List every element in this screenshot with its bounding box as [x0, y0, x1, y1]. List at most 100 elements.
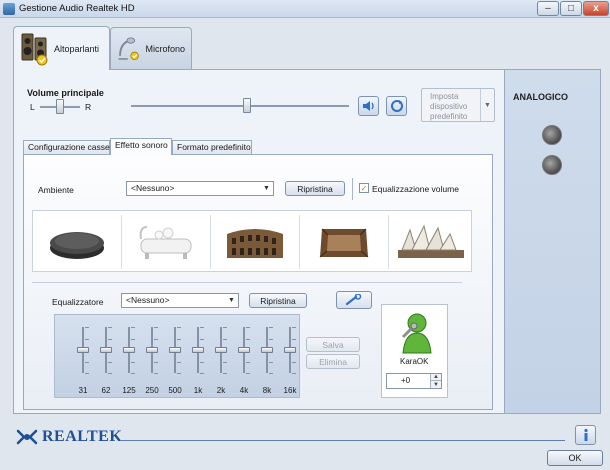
realtek-logo: REALTEK — [16, 428, 122, 446]
tab-default-format[interactable]: Formato predefinito — [172, 140, 252, 154]
preset-colosseum[interactable] — [211, 215, 299, 269]
equalizer-delete-button[interactable]: Elimina — [306, 354, 360, 369]
equalizer-select[interactable]: <Nessuno> ▼ — [121, 293, 239, 308]
eq-band-thumb[interactable] — [77, 347, 89, 353]
balance-slider-thumb[interactable] — [56, 99, 64, 114]
eq-band-thumb[interactable] — [146, 347, 158, 353]
tab-speaker-configuration[interactable]: Configurazione casse — [23, 140, 110, 154]
graphic-eq-button[interactable] — [336, 291, 372, 309]
tab-microphone[interactable]: Microfono — [110, 27, 192, 69]
eq-band-tick — [131, 327, 135, 328]
environment-select[interactable]: <Nessuno> ▼ — [126, 181, 274, 196]
eq-band-tick — [269, 327, 273, 328]
eq-band-thumb[interactable] — [238, 347, 250, 353]
maximize-button[interactable]: □ — [560, 1, 582, 16]
karaoke-label: KaraOK — [400, 357, 429, 366]
equalizer-save-button[interactable]: Salva — [306, 337, 360, 352]
eq-band-tick — [177, 327, 181, 328]
set-default-device-button[interactable]: Imposta dispositivo predefinito ▼ — [421, 88, 495, 122]
tab-speakers[interactable]: Altoparlanti — [13, 26, 110, 70]
eq-band-thumb[interactable] — [261, 347, 273, 353]
eq-band-label: 125 — [122, 386, 136, 395]
stepper-up-icon[interactable]: ▲ — [430, 374, 441, 381]
eq-band-tick — [200, 373, 204, 374]
eq-band-tick — [200, 327, 204, 328]
volume-slider-thumb[interactable] — [243, 98, 251, 113]
eq-band-tick — [269, 338, 273, 340]
loudness-checkbox[interactable]: ✓ — [359, 183, 369, 193]
tab-sound-effects[interactable]: Effetto sonoro — [110, 138, 172, 155]
eq-band-label: 2k — [216, 386, 226, 395]
chevron-down-icon: ▼ — [228, 297, 235, 304]
opera-house-icon — [398, 224, 464, 258]
window-title: Gestione Audio Realtek HD — [19, 3, 135, 14]
eq-band-label: 31 — [78, 386, 88, 395]
chevron-down-icon[interactable]: ▼ — [480, 89, 494, 121]
ok-button[interactable]: OK — [547, 450, 603, 466]
eq-band-tick — [200, 361, 204, 363]
eq-band-tick — [269, 361, 273, 363]
eq-band-tick — [246, 361, 250, 363]
bathtub-icon — [139, 226, 192, 259]
eq-band-tick — [246, 373, 250, 374]
preset-stone[interactable] — [33, 215, 121, 269]
environment-select-value: <Nessuno> — [131, 183, 175, 193]
eq-band-tick — [154, 338, 158, 340]
eq-band-tick — [223, 338, 227, 340]
eq-band-tick — [269, 373, 273, 374]
preset-bathroom[interactable] — [122, 215, 210, 269]
karaoke-icon — [401, 313, 432, 354]
eq-band-label: 250 — [145, 386, 159, 395]
speaker-volume-button[interactable] — [358, 96, 379, 116]
eq-band-tick — [154, 373, 158, 374]
volume-slider-track[interactable] — [131, 105, 349, 107]
connector-panel: ANALOGICO — [505, 69, 601, 414]
eq-band-tick — [131, 373, 135, 374]
stone-icon — [50, 232, 104, 259]
eq-band-label: 8k — [262, 386, 272, 395]
eq-band-tick — [85, 327, 89, 328]
tab-speakers-label: Altoparlanti — [54, 43, 100, 54]
eq-band-label: 16k — [283, 386, 297, 395]
karaoke-stepper[interactable]: +0 ▲ ▼ — [386, 373, 442, 389]
tab-microphone-label: Microfono — [145, 43, 185, 54]
eq-band-tick — [131, 361, 135, 363]
eq-band-thumb[interactable] — [169, 347, 181, 353]
minimize-button[interactable]: – — [537, 1, 559, 16]
title-bar: Gestione Audio Realtek HD – □ x — [0, 0, 610, 18]
eq-band-tick — [292, 338, 296, 340]
equalizer-reset-button[interactable]: Ripristina — [249, 293, 307, 308]
eq-band-tick — [108, 361, 112, 363]
set-default-device-label: Imposta dispositivo predefinito — [430, 92, 468, 121]
eq-band-tick — [177, 373, 181, 374]
eq-band-tick — [177, 361, 181, 363]
volume-title: Volume principale — [27, 88, 104, 98]
audio-jack-2[interactable] — [542, 155, 562, 175]
info-button[interactable] — [575, 425, 596, 445]
eq-band-thumb[interactable] — [100, 347, 112, 353]
audio-jack-1[interactable] — [542, 125, 562, 145]
realtek-crab-icon — [16, 429, 38, 445]
mute-button[interactable] — [386, 96, 407, 116]
eq-band-tick — [292, 361, 296, 363]
close-button[interactable]: x — [583, 1, 609, 16]
eq-band-thumb[interactable] — [123, 347, 135, 353]
environment-reset-button[interactable]: Ripristina — [285, 181, 345, 196]
eq-band-label: 62 — [101, 386, 111, 395]
divider — [32, 282, 462, 283]
preset-opera-house[interactable] — [389, 215, 473, 269]
eq-band-tick — [108, 327, 112, 328]
eq-band-tick — [154, 361, 158, 363]
colosseum-icon — [227, 229, 283, 258]
eq-band-tick — [177, 338, 181, 340]
eq-band-tick — [85, 338, 89, 340]
karaoke-value: +0 — [401, 376, 411, 385]
preset-arena[interactable] — [300, 215, 388, 269]
eq-band-thumb[interactable] — [215, 347, 227, 353]
stepper-down-icon[interactable]: ▼ — [430, 381, 441, 388]
environment-presets — [32, 210, 472, 272]
eq-band-thumb[interactable] — [192, 347, 204, 353]
balance-left-label: L — [30, 102, 35, 112]
eq-band-thumb[interactable] — [284, 347, 296, 353]
eq-band-tick — [292, 327, 296, 328]
